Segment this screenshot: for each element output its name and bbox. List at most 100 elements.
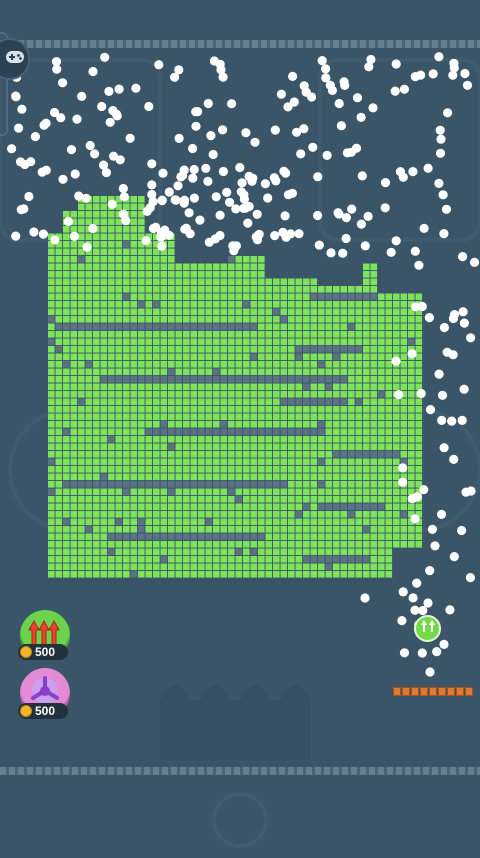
brick	[55, 338, 63, 346]
brick	[250, 398, 258, 406]
brick	[370, 413, 378, 421]
brick-empty	[183, 481, 190, 488]
brick	[123, 368, 130, 376]
brick	[355, 571, 363, 578]
brick	[415, 436, 423, 443]
brick	[190, 541, 198, 548]
brick	[310, 571, 318, 578]
brick	[325, 458, 333, 466]
paddle-segment	[438, 687, 446, 696]
brick-empty	[138, 376, 145, 383]
brick-empty	[325, 376, 333, 383]
brick-empty	[333, 376, 340, 383]
brick	[93, 548, 100, 556]
brick	[48, 496, 55, 503]
ball	[37, 167, 47, 177]
brick	[70, 406, 78, 413]
ball	[215, 59, 225, 69]
brick	[220, 263, 228, 271]
brick	[318, 338, 325, 346]
brick	[220, 278, 228, 286]
play-field[interactable]	[0, 0, 480, 853]
brick	[190, 383, 198, 391]
brick	[198, 571, 205, 578]
brick	[63, 331, 70, 338]
ball	[174, 65, 184, 75]
brick-empty	[348, 346, 355, 353]
ball	[248, 173, 258, 183]
brick-empty	[205, 428, 213, 436]
paddle[interactable]	[393, 687, 473, 696]
brick	[93, 331, 100, 338]
brick-empty	[250, 548, 258, 556]
brick	[168, 278, 175, 286]
brick	[280, 541, 288, 548]
brick	[310, 563, 318, 571]
ball	[280, 211, 290, 221]
brick	[303, 548, 310, 556]
brick	[190, 263, 198, 271]
ball	[317, 56, 327, 66]
brick	[378, 376, 385, 383]
ball	[398, 463, 408, 473]
brick	[370, 481, 378, 488]
brick	[93, 406, 100, 413]
brick	[393, 488, 400, 496]
brick	[93, 263, 100, 271]
brick	[190, 368, 198, 376]
brick	[130, 511, 138, 518]
brick	[183, 398, 190, 406]
brick	[183, 563, 190, 571]
brick	[48, 301, 55, 308]
brick	[130, 226, 138, 233]
brick	[175, 443, 183, 451]
brick	[175, 526, 183, 533]
brick	[288, 406, 295, 413]
brick-empty	[318, 458, 325, 466]
brick	[85, 443, 93, 451]
brick	[363, 368, 370, 376]
brick	[93, 451, 100, 458]
brick	[198, 496, 205, 503]
brick	[85, 346, 93, 353]
brick	[48, 263, 55, 271]
brick-empty	[130, 571, 138, 578]
brick	[48, 571, 55, 578]
brick	[280, 571, 288, 578]
brick	[288, 511, 295, 518]
ball	[19, 204, 29, 214]
brick	[108, 338, 115, 346]
brick-empty	[265, 376, 273, 383]
brick-empty	[258, 533, 265, 541]
brick-empty	[228, 481, 235, 488]
brick	[198, 541, 205, 548]
brick	[415, 443, 423, 451]
brick	[348, 376, 355, 383]
brick	[198, 443, 205, 451]
brick	[123, 451, 130, 458]
brick	[258, 518, 265, 526]
brick	[205, 271, 213, 278]
ball	[449, 310, 460, 320]
brick	[265, 496, 273, 503]
brick	[100, 533, 108, 541]
ball	[70, 169, 80, 179]
brick	[153, 368, 160, 376]
brick	[273, 443, 280, 451]
paddle-segment	[447, 687, 455, 696]
brick	[115, 241, 123, 248]
brick	[333, 316, 340, 323]
game-board[interactable]: 500 500	[0, 0, 480, 853]
brick	[258, 383, 265, 391]
brick	[190, 511, 198, 518]
brick-empty	[78, 481, 85, 488]
brick-empty	[243, 301, 250, 308]
brick	[385, 556, 393, 563]
brick	[355, 368, 363, 376]
ball	[435, 148, 446, 158]
brick	[310, 473, 318, 481]
brick	[385, 503, 393, 511]
brick-empty	[250, 481, 258, 488]
brick	[145, 316, 153, 323]
brick	[408, 533, 415, 541]
